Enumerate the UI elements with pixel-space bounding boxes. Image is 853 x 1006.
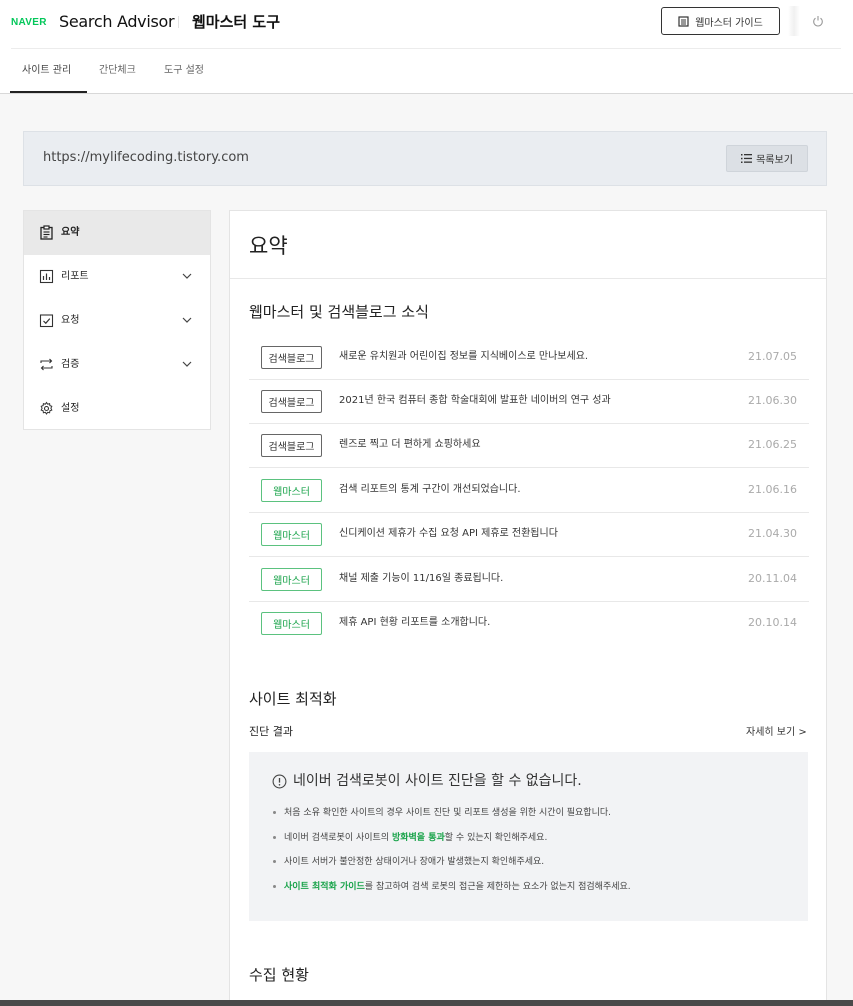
news-date: 21.07.05 — [748, 350, 797, 363]
news-item[interactable]: 웹마스터 검색 리포트의 통계 구간이 개선되었습니다. 21.06.16 — [249, 469, 809, 513]
news-text[interactable]: 채널 제출 기능이 11/16일 종료됩니다. — [339, 571, 503, 587]
webmaster-guide-button[interactable]: 웹마스터 가이드 — [661, 7, 780, 35]
news-item[interactable]: 검색블로그 렌즈로 찍고 더 편하게 쇼핑하세요 21.06.25 — [249, 424, 809, 468]
notice-text: 사이트 서버가 불안정한 상태이거나 장애가 발생했는지 확인해주세요. — [284, 857, 545, 868]
chevron-down-icon[interactable] — [182, 272, 192, 280]
news-text[interactable]: 검색 리포트의 통계 구간이 개선되었습니다. — [339, 482, 521, 498]
exclamation-circle-icon — [272, 774, 287, 788]
notice-text: 할 수 있는지 확인해주세요. — [444, 832, 548, 843]
clipboard-icon — [40, 225, 53, 240]
news-text[interactable]: 신디케이션 제휴가 수집 요청 API 제휴로 전환됩니다 — [339, 526, 558, 542]
sidebar-item-report[interactable]: 리포트 — [24, 255, 210, 299]
notice-item: 네이버 검색로봇이 사이트의 방화벽을 통과할 수 있는지 확인해주세요. — [271, 832, 631, 857]
power-icon[interactable] — [812, 15, 824, 27]
diagnosis-notice-box: 네이버 검색로봇이 사이트 진단을 할 수 없습니다. 처음 소유 확인한 사이… — [249, 752, 808, 921]
news-section-title: 웹마스터 및 검색블로그 소식 — [249, 303, 429, 321]
news-date: 20.11.04 — [748, 572, 797, 585]
news-text[interactable]: 2021년 한국 컴퓨터 종합 학술대회에 발표한 네이버의 연구 성과 — [339, 393, 611, 409]
notice-item: 사이트 최적화 가이드를 참고하여 검색 로봇의 접근을 제한하는 요소가 없는… — [271, 881, 631, 906]
page-body: https://mylifecoding.tistory.com 목록보기 요약… — [0, 94, 853, 1000]
optimization-guide-link[interactable]: 사이트 최적화 가이드 — [284, 882, 365, 892]
guide-button-label: 웹마스터 가이드 — [695, 17, 763, 29]
news-date: 21.04.30 — [748, 527, 797, 540]
news-item[interactable]: 검색블로그 2021년 한국 컴퓨터 종합 학술대회에 발표한 네이버의 연구 … — [249, 380, 809, 424]
news-item[interactable]: 웹마스터 제휴 API 현황 리포트를 소개합니다. 20.10.14 — [249, 602, 809, 646]
view-details-link[interactable]: 자세히 보기 > — [746, 725, 807, 741]
news-item[interactable]: 웹마스터 채널 제출 기능이 11/16일 종료됩니다. 20.11.04 — [249, 558, 809, 602]
book-icon — [678, 15, 689, 27]
category-badge: 검색블로그 — [261, 434, 322, 457]
sidebar-item-label: 설정 — [61, 403, 80, 414]
naver-logo[interactable]: NAVER — [11, 14, 47, 32]
optimization-section-title: 사이트 최적화 — [249, 690, 337, 708]
category-badge: 웹마스터 — [261, 568, 322, 591]
firewall-highlight: 방화벽을 통과 — [391, 832, 445, 843]
chevron-down-icon[interactable] — [182, 316, 192, 324]
category-badge: 검색블로그 — [261, 346, 322, 369]
list-view-button[interactable]: 목록보기 — [726, 145, 808, 172]
site-url: https://mylifecoding.tistory.com — [43, 150, 249, 165]
notice-text: 처음 소유 확인한 사이트의 경우 사이트 진단 및 리포트 생성을 위한 시간… — [284, 808, 611, 818]
notice-item: 사이트 서버가 불안정한 상태이거나 장애가 발생했는지 확인해주세요. — [271, 856, 631, 881]
checkbox-icon — [39, 314, 54, 328]
sidebar-item-request[interactable]: 요청 — [24, 299, 210, 343]
notice-text: 를 참고하여 검색 로봇의 접근을 제한하는 요소가 없는지 점검해주세요. — [364, 882, 631, 893]
sidebar-item-verify[interactable]: 검증 — [24, 343, 210, 387]
notice-text: 네이버 검색로봇이 사이트의 — [284, 832, 392, 843]
notice-list: 처음 소유 확인한 사이트의 경우 사이트 진단 및 리포트 생성을 위한 시간… — [271, 807, 631, 906]
news-text[interactable]: 렌즈로 찍고 더 편하게 쇼핑하세요 — [339, 437, 481, 453]
category-badge: 웹마스터 — [261, 612, 322, 635]
diagnosis-result-label: 진단 결과 — [249, 725, 293, 738]
title-divider — [230, 278, 826, 279]
sidebar-item-summary[interactable]: 요약 — [24, 211, 210, 255]
news-date: 21.06.16 — [748, 483, 797, 496]
bottom-bar — [0, 1000, 853, 1006]
transfer-arrows-icon — [40, 358, 53, 371]
news-date: 21.06.25 — [748, 438, 797, 451]
chevron-down-icon[interactable] — [182, 360, 192, 368]
nav-tabs: 사이트 관리 간단체크 도구 설정 — [0, 49, 853, 94]
category-badge: 검색블로그 — [261, 390, 322, 413]
sidebar-item-label: 리포트 — [61, 271, 89, 282]
bar-chart-icon — [39, 269, 54, 284]
gear-icon — [40, 401, 53, 415]
sidebar-item-settings[interactable]: 설정 — [24, 387, 210, 431]
avatar[interactable] — [788, 6, 800, 36]
notice-heading: 네이버 검색로봇이 사이트 진단을 할 수 없습니다. — [272, 771, 582, 791]
summary-card: 요약 웹마스터 및 검색블로그 소식 검색블로그 새로운 유치원과 어린이집 정… — [229, 210, 827, 1000]
news-date: 20.10.14 — [748, 616, 797, 629]
news-item[interactable]: 웹마스터 신디케이션 제휴가 수집 요청 API 제휴로 전환됩니다 21.04… — [249, 513, 809, 557]
news-text[interactable]: 새로운 유치원과 어린이집 정보를 지식베이스로 만나보세요. — [339, 349, 588, 365]
sidebar-item-label: 검증 — [61, 359, 80, 370]
list-button-label: 목록보기 — [756, 155, 793, 166]
news-text[interactable]: 제휴 API 현황 리포트를 소개합니다. — [339, 615, 490, 631]
header-divider — [178, 16, 179, 28]
service-title[interactable]: 웹마스터 도구 — [192, 11, 280, 33]
notice-item: 처음 소유 확인한 사이트의 경우 사이트 진단 및 리포트 생성을 위한 시간… — [271, 807, 631, 832]
news-item[interactable]: 검색블로그 새로운 유치원과 어린이집 정보를 지식베이스로 만나보세요. 21… — [249, 336, 809, 380]
collection-section-title: 수집 현황 — [249, 966, 309, 984]
top-header: NAVER Search Advisor 웹마스터 도구 웹마스터 가이드 — [0, 0, 853, 48]
page-title: 요약 — [249, 234, 288, 258]
notice-title: 네이버 검색로봇이 사이트 진단을 할 수 없습니다. — [293, 773, 582, 789]
site-url-bar: https://mylifecoding.tistory.com 목록보기 — [23, 131, 827, 186]
list-icon — [741, 154, 753, 163]
sidebar-item-label: 요약 — [61, 227, 80, 238]
brand-title[interactable]: Search Advisor — [59, 11, 175, 33]
category-badge: 웹마스터 — [261, 523, 322, 546]
sidebar: 요약 리포트 요청 검증 설정 — [23, 210, 211, 430]
tab-quick-check[interactable]: 간단체크 — [99, 63, 136, 79]
category-badge: 웹마스터 — [261, 479, 322, 502]
news-date: 21.06.30 — [748, 394, 797, 407]
tab-site-management[interactable]: 사이트 관리 — [22, 63, 71, 79]
tab-tool-settings[interactable]: 도구 설정 — [164, 63, 204, 79]
sidebar-item-label: 요청 — [61, 315, 80, 326]
